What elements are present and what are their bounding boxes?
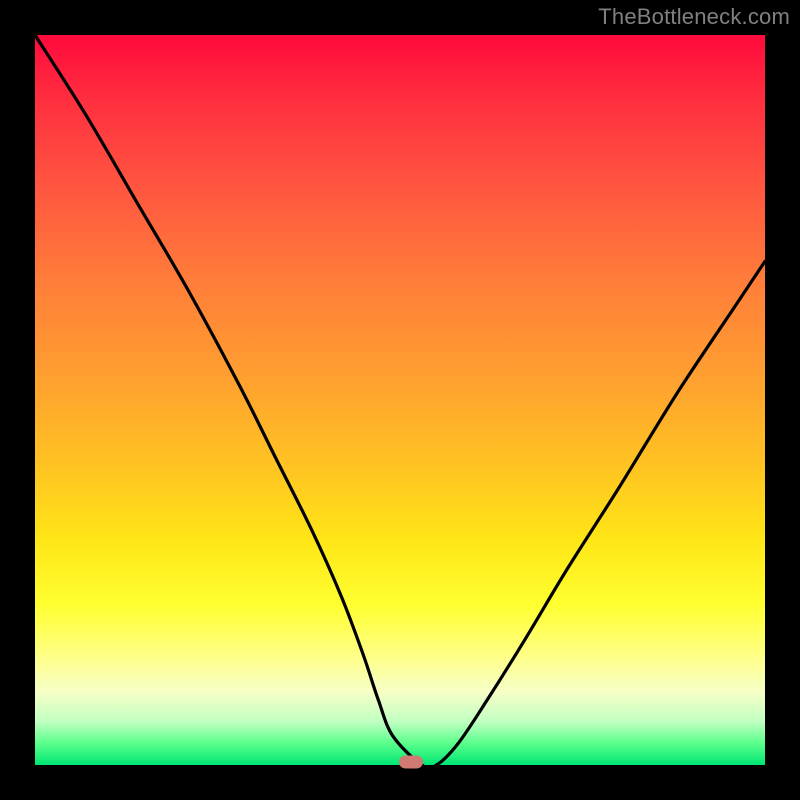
optimal-marker xyxy=(399,756,423,769)
bottleneck-curve xyxy=(35,35,765,765)
watermark-text: TheBottleneck.com xyxy=(598,4,790,30)
chart-frame: TheBottleneck.com xyxy=(0,0,800,800)
plot-area xyxy=(35,35,765,765)
